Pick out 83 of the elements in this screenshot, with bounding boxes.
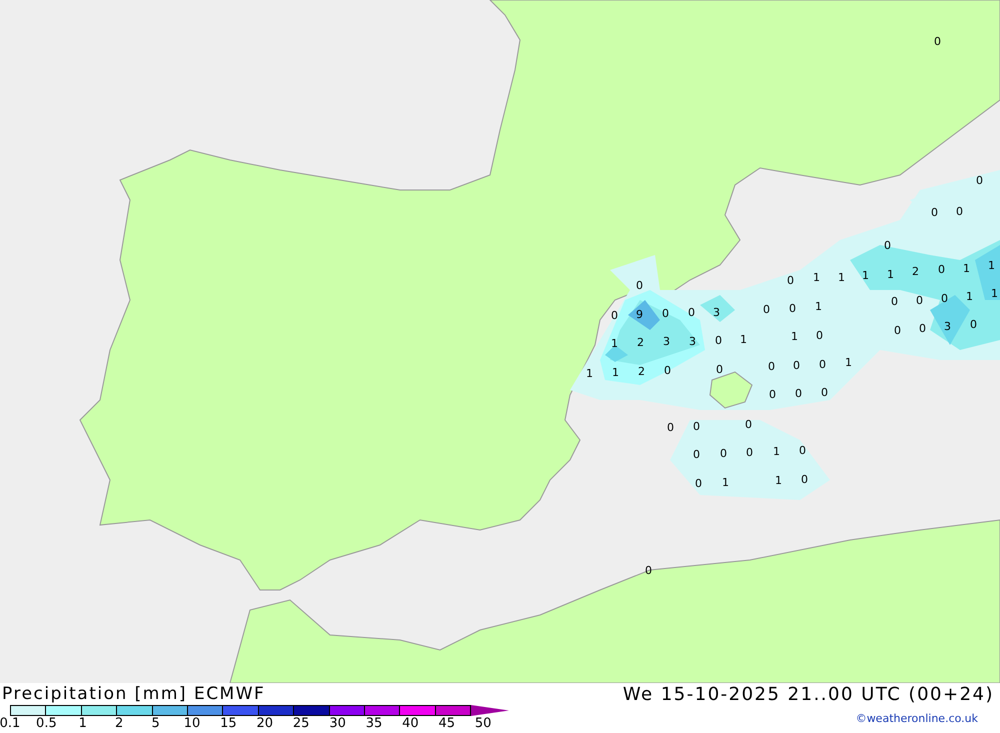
legend-tick-label: 2 xyxy=(115,716,124,732)
precipitation-value: 1 xyxy=(586,368,593,379)
legend-tick-label: 20 xyxy=(256,716,274,732)
precipitation-value: 0 xyxy=(693,421,700,432)
legend-tick-label: 0.1 xyxy=(0,716,20,732)
precipitation-value: 0 xyxy=(763,304,770,315)
legend-tick-label: 10 xyxy=(184,716,200,732)
precipitation-value: 0 xyxy=(769,389,776,400)
precipitation-value: 3 xyxy=(944,321,951,332)
precipitation-value: 1 xyxy=(775,475,782,486)
precipitation-value: 1 xyxy=(722,477,729,488)
precipitation-value: 1 xyxy=(991,288,998,299)
precipitation-value: 0 xyxy=(662,308,669,319)
precipitation-value: 0 xyxy=(821,387,828,398)
precipitation-value: 0 xyxy=(789,303,796,314)
precipitation-value: 0 xyxy=(611,310,618,321)
precipitation-value: 3 xyxy=(663,336,670,347)
precipitation-value: 0 xyxy=(695,478,702,489)
precipitation-value: 1 xyxy=(612,367,619,378)
precipitation-value: 0 xyxy=(768,361,775,372)
precipitation-value: 2 xyxy=(638,366,645,377)
precipitation-value: 1 xyxy=(815,301,822,312)
legend-arrow-icon xyxy=(471,705,510,716)
precipitation-value: 0 xyxy=(819,359,826,370)
precipitation-value: 3 xyxy=(713,307,720,318)
precipitation-value: 1 xyxy=(740,334,747,345)
precipitation-value: 0 xyxy=(636,280,643,291)
precipitation-value: 1 xyxy=(791,331,798,342)
precipitation-value: 1 xyxy=(845,357,852,368)
credit-link[interactable]: ©weatheronline.co.uk xyxy=(856,711,978,727)
precipitation-value: 0 xyxy=(938,264,945,275)
precipitation-value: 0 xyxy=(667,422,674,433)
precipitation-value: 0 xyxy=(799,445,806,456)
precipitation-value: 1 xyxy=(887,269,894,280)
precipitation-value: 1 xyxy=(988,260,995,271)
legend-tick-label: 35 xyxy=(366,716,382,732)
precipitation-value: 0 xyxy=(941,293,948,304)
precipitation-value: 1 xyxy=(813,272,820,283)
precipitation-value: 0 xyxy=(919,323,926,334)
legend-tick-label: 45 xyxy=(438,716,456,732)
precipitation-value: 9 xyxy=(636,309,643,320)
precipitation-value: 0 xyxy=(970,319,977,330)
precipitation-value: 1 xyxy=(773,446,780,457)
precipitation-value: 0 xyxy=(956,206,963,217)
precipitation-value: 3 xyxy=(689,336,696,347)
precipitation-value: 0 xyxy=(976,175,983,186)
legend-tick-label: 1 xyxy=(78,716,87,732)
precipitation-value: 0 xyxy=(745,419,752,430)
precipitation-value: 0 xyxy=(715,335,722,346)
precipitation-value: 0 xyxy=(720,448,727,459)
precipitation-value: 0 xyxy=(934,36,941,47)
precipitation-value: 1 xyxy=(963,263,970,274)
precipitation-value: 0 xyxy=(664,365,671,376)
legend-tick-label: 0.5 xyxy=(36,716,57,732)
precipitation-value: 0 xyxy=(716,364,723,375)
legend-title: Precipitation [mm] ECMWF xyxy=(2,683,266,705)
precipitation-value: 0 xyxy=(894,325,901,336)
precipitation-value: 0 xyxy=(795,388,802,399)
precipitation-value: 1 xyxy=(611,338,618,349)
forecast-timestamp: We 15-10-2025 21..00 UTC (00+24) xyxy=(622,683,994,707)
legend-tick-label: 25 xyxy=(292,716,310,732)
precipitation-value: 0 xyxy=(693,449,700,460)
precipitation-value: 0 xyxy=(746,447,753,458)
precipitation-value: 0 xyxy=(801,474,808,485)
precipitation-value: 0 xyxy=(816,330,823,341)
precipitation-value: 0 xyxy=(793,360,800,371)
legend-tick-label: 15 xyxy=(220,716,237,732)
precipitation-value: 0 xyxy=(787,275,794,286)
precipitation-value: 2 xyxy=(912,266,919,277)
precipitation-value: 0 xyxy=(916,295,923,306)
legend-tick-label: 40 xyxy=(402,716,419,732)
precipitation-value: 0 xyxy=(884,240,891,251)
legend-tick-label: 50 xyxy=(474,716,492,732)
precipitation-value: 1 xyxy=(862,270,869,281)
precipitation-value: 0 xyxy=(891,296,898,307)
legend-tick-label: 30 xyxy=(329,716,346,732)
precipitation-value: 1 xyxy=(838,272,845,283)
legend-tick-label: 5 xyxy=(151,716,160,732)
precipitation-value: 0 xyxy=(688,307,695,318)
precipitation-value: 1 xyxy=(966,291,973,302)
precipitation-value: 0 xyxy=(645,565,652,576)
precipitation-value: 2 xyxy=(637,337,644,348)
precipitation-value: 0 xyxy=(931,207,938,218)
